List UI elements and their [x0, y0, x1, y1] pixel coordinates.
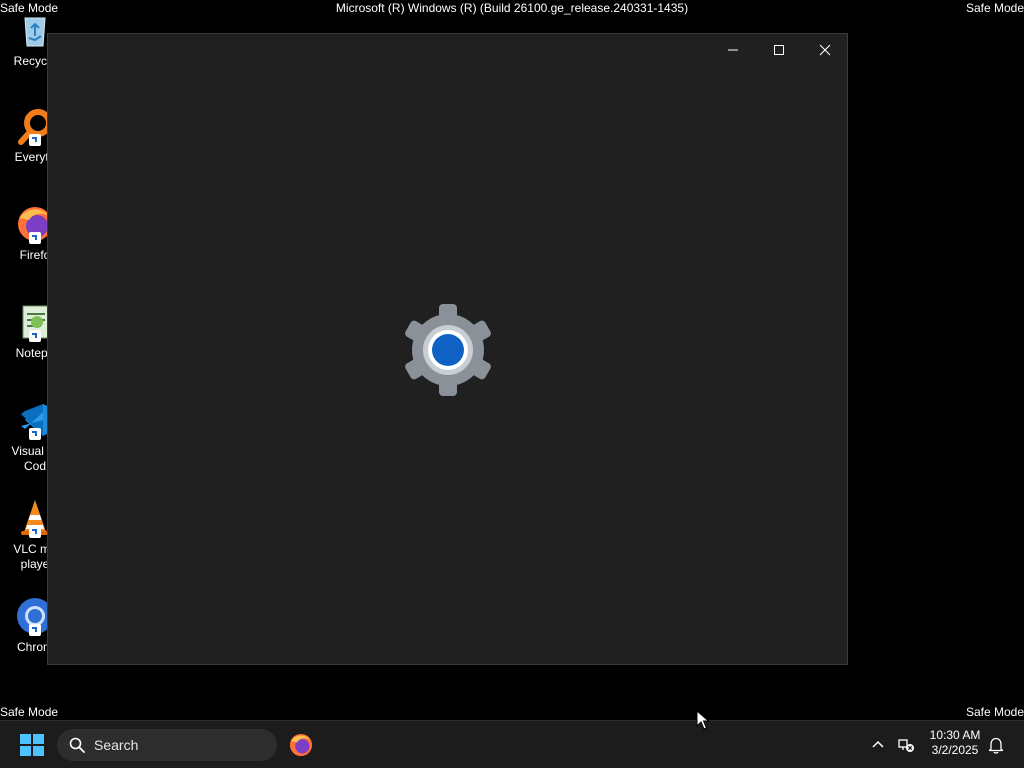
build-watermark: Microsoft (R) Windows (R) (Build 26100.g…: [335, 1, 689, 15]
safe-mode-label-bottom-right: Safe Mode: [965, 705, 1024, 719]
bell-icon: [988, 737, 1004, 754]
shortcut-arrow-icon: [29, 330, 41, 342]
safe-mode-label-bottom-left: Safe Mode: [0, 705, 59, 719]
notifications-button[interactable]: [986, 735, 1006, 755]
windows-logo-icon: [20, 734, 44, 756]
shortcut-arrow-icon: [29, 134, 41, 146]
show-hidden-icons-button[interactable]: [869, 736, 887, 754]
taskbar: Search 10:30 AM 3/2/2025: [0, 720, 1024, 768]
network-disconnected-icon: [898, 739, 914, 752]
shortcut-arrow-icon: [29, 526, 41, 538]
chevron-up-icon: [872, 740, 884, 748]
firefox-icon: [289, 733, 313, 757]
minimize-icon: [728, 49, 738, 51]
close-button[interactable]: [802, 34, 848, 66]
network-status-button[interactable]: [896, 735, 916, 755]
close-icon: [819, 44, 831, 56]
settings-window[interactable]: [47, 33, 848, 665]
minimize-button[interactable]: [710, 34, 756, 66]
shortcut-arrow-icon: [29, 428, 41, 440]
safe-mode-label-top-right: Safe Mode: [965, 1, 1024, 15]
maximize-button[interactable]: [756, 34, 802, 66]
taskbar-search-box[interactable]: Search: [57, 729, 277, 761]
clock-date: 3/2/2025: [931, 743, 979, 757]
start-button[interactable]: [20, 734, 44, 756]
shortcut-arrow-icon: [29, 624, 41, 636]
mouse-cursor-icon: [696, 709, 710, 730]
system-clock[interactable]: 10:30 AM 3/2/2025: [922, 728, 988, 758]
maximize-icon: [774, 45, 784, 55]
shortcut-arrow-icon: [29, 232, 41, 244]
clock-time: 10:30 AM: [929, 728, 981, 742]
settings-gear-icon: [400, 302, 496, 398]
search-placeholder: Search: [94, 737, 139, 753]
search-icon: [69, 737, 85, 753]
taskbar-firefox-button[interactable]: [288, 732, 314, 758]
